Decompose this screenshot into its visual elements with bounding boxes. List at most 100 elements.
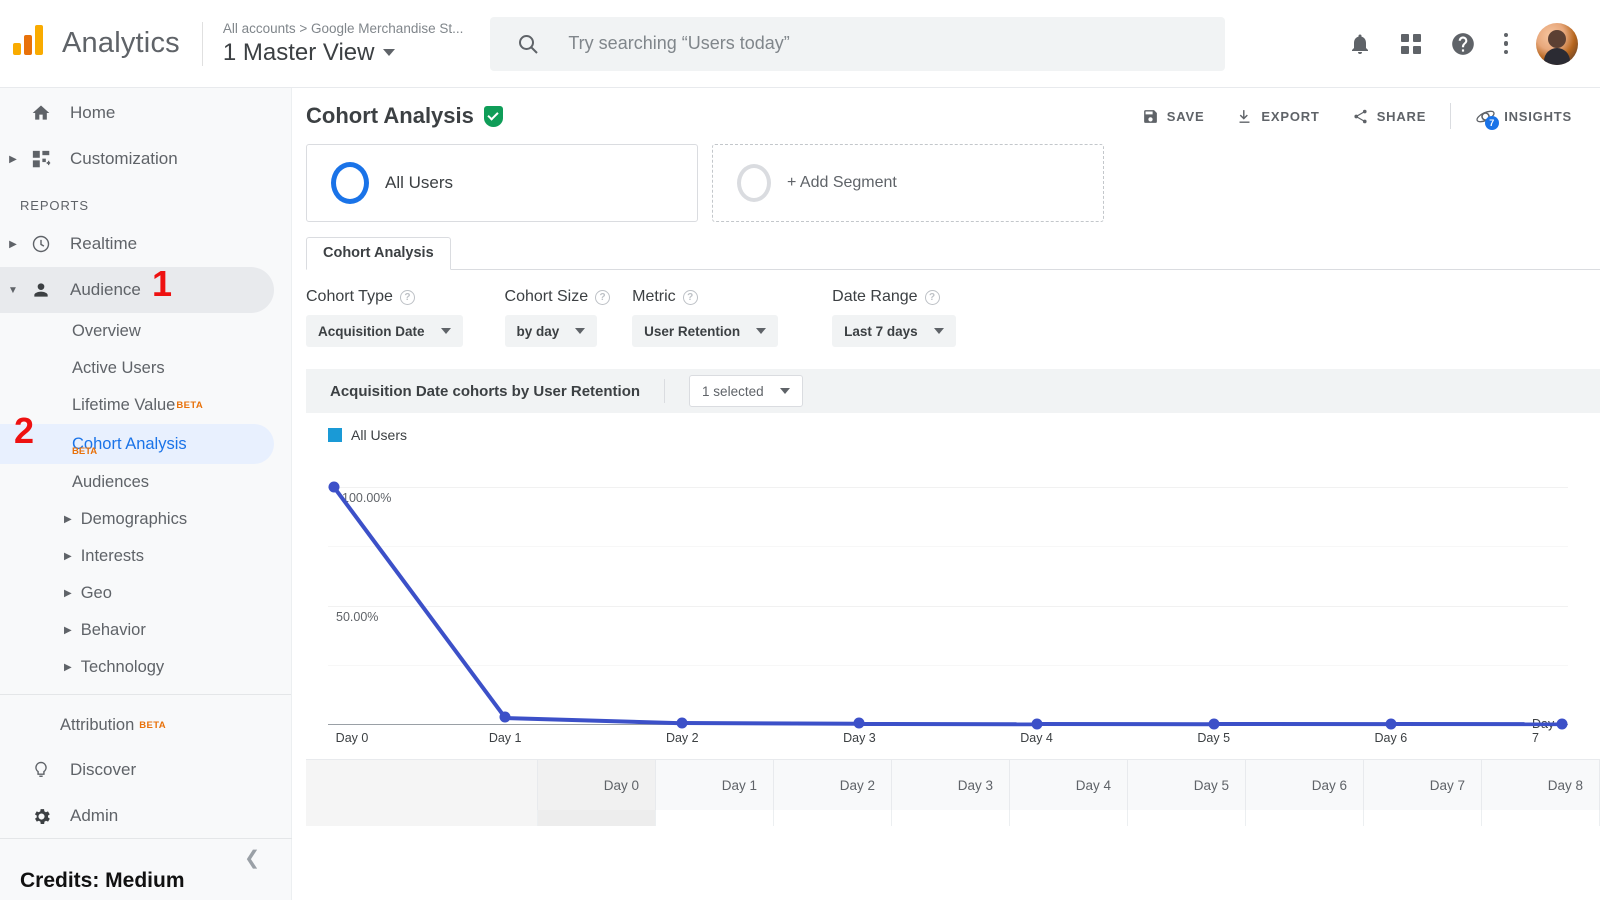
- help-icon[interactable]: ?: [683, 290, 698, 305]
- sidebar-item-behavior[interactable]: ▶ Behavior: [0, 612, 291, 649]
- cohort-selector-value: 1 selected: [702, 384, 764, 399]
- segment-all-users[interactable]: All Users: [306, 144, 698, 222]
- data-point[interactable]: [854, 718, 865, 729]
- sidebar-item-interests[interactable]: ▶ Interests: [0, 538, 291, 575]
- beta-badge: BETA: [72, 446, 97, 457]
- control-label: Cohort Type: [306, 288, 393, 306]
- page-header: Cohort Analysis SAVE EXPORT: [292, 88, 1600, 144]
- table-header-cell[interactable]: Day 2: [774, 760, 892, 810]
- expand-arrow-icon[interactable]: ▶: [64, 662, 72, 673]
- control-date-range: Date Range ? Last 7 days: [832, 288, 956, 347]
- apps-grid-icon[interactable]: [1400, 33, 1422, 55]
- help-icon[interactable]: ?: [925, 290, 940, 305]
- analytics-logo-icon: [10, 22, 54, 66]
- help-icon[interactable]: [1450, 31, 1476, 57]
- table-header-cell[interactable]: Day 8: [1482, 760, 1600, 810]
- sidebar-item-realtime[interactable]: ▶ Realtime: [0, 221, 291, 267]
- data-point[interactable]: [329, 481, 340, 492]
- cohort-size-select[interactable]: by day: [505, 315, 598, 347]
- sidebar-item-technology[interactable]: ▶ Technology: [0, 649, 291, 686]
- sidebar-item-demographics[interactable]: ▶ Demographics: [0, 501, 291, 538]
- share-button[interactable]: SHARE: [1336, 96, 1443, 136]
- expand-arrow-icon[interactable]: ▶: [64, 551, 72, 562]
- sidebar-item-audience[interactable]: ▼ Audience: [0, 267, 274, 313]
- sidebar-item-admin[interactable]: Admin: [0, 793, 291, 839]
- sidebar-item-discover[interactable]: Discover: [0, 747, 291, 793]
- brand-title: Analytics: [62, 27, 180, 60]
- expand-arrow-icon[interactable]: ▶: [64, 625, 72, 636]
- table-header-cell[interactable]: Day 5: [1128, 760, 1246, 810]
- table-cell: [1010, 810, 1128, 826]
- data-point[interactable]: [500, 712, 511, 723]
- table-header-cell[interactable]: Day 3: [892, 760, 1010, 810]
- x-axis-tick-label: Day 4: [1020, 731, 1053, 745]
- sidebar-item-label: Behavior: [81, 621, 146, 640]
- sidebar-item-label: Geo: [81, 584, 112, 603]
- expand-arrow-icon[interactable]: ▶: [64, 588, 72, 599]
- metric-select[interactable]: User Retention: [632, 315, 778, 347]
- table-header-cell[interactable]: Day 4: [1010, 760, 1128, 810]
- data-point[interactable]: [677, 717, 688, 728]
- person-icon: [24, 280, 58, 300]
- sidebar-item-label: Lifetime Value: [72, 396, 175, 415]
- control-label: Cohort Size: [505, 288, 589, 306]
- bell-icon[interactable]: [1348, 32, 1372, 56]
- table-header-cell[interactable]: Day 7: [1364, 760, 1482, 810]
- share-icon: [1352, 108, 1369, 125]
- main-content: Cohort Analysis SAVE EXPORT: [292, 88, 1600, 900]
- chevron-down-icon: [441, 328, 451, 334]
- sidebar-item-lifetime-value[interactable]: Lifetime Value BETA: [0, 387, 291, 424]
- sidebar-section-reports: REPORTS: [0, 182, 291, 221]
- sidebar-item-audiences[interactable]: Audiences: [0, 464, 291, 501]
- table-cell: [1246, 810, 1364, 826]
- chevron-left-icon[interactable]: ❮: [244, 847, 260, 870]
- share-label: SHARE: [1377, 109, 1427, 124]
- export-button[interactable]: EXPORT: [1220, 96, 1335, 136]
- insights-button[interactable]: 7 INSIGHTS: [1459, 96, 1574, 136]
- more-vert-icon[interactable]: [1504, 33, 1509, 55]
- help-icon[interactable]: ?: [400, 290, 415, 305]
- sidebar-item-customization[interactable]: ▶ Customization: [0, 136, 291, 182]
- cohort-selector[interactable]: 1 selected: [689, 375, 803, 407]
- data-point[interactable]: [1031, 718, 1042, 729]
- expand-arrow-icon[interactable]: ▶: [2, 154, 24, 165]
- sidebar-item-home[interactable]: Home: [0, 90, 291, 136]
- table-row: [306, 810, 1600, 826]
- expand-arrow-icon[interactable]: ▶: [64, 514, 72, 525]
- view-name: 1 Master View: [223, 38, 464, 68]
- breadcrumb: All accounts > Google Merchandise St...: [223, 20, 464, 38]
- account-selector[interactable]: All accounts > Google Merchandise St... …: [223, 20, 464, 68]
- sidebar-item-cohort-analysis[interactable]: Cohort Analysis BETA: [0, 424, 274, 464]
- avatar[interactable]: [1536, 23, 1578, 65]
- chart-body: All Users 100.00%50.00%Day 0Day 1Day 2Da…: [306, 413, 1600, 753]
- data-point[interactable]: [1385, 718, 1396, 729]
- chevron-down-icon[interactable]: [383, 49, 395, 56]
- expand-arrow-icon[interactable]: ▶: [2, 239, 24, 250]
- sidebar-item-attribution[interactable]: Attribution BETA: [0, 703, 291, 747]
- date-range-value: Last 7 days: [844, 324, 918, 339]
- tab-cohort-analysis[interactable]: Cohort Analysis: [306, 237, 451, 270]
- add-segment-button[interactable]: + Add Segment: [712, 144, 1104, 222]
- cohort-type-select[interactable]: Acquisition Date: [306, 315, 463, 347]
- date-range-select[interactable]: Last 7 days: [832, 315, 956, 347]
- save-button[interactable]: SAVE: [1126, 96, 1221, 136]
- line-segment: [333, 486, 507, 719]
- sidebar-item-label: Audiences: [72, 473, 149, 492]
- table-header-cell[interactable]: Day 0: [538, 760, 656, 810]
- table-cell: [1364, 810, 1482, 826]
- sidebar-item-overview[interactable]: Overview: [0, 313, 291, 350]
- table-header-blank[interactable]: [306, 760, 538, 810]
- data-point[interactable]: [1557, 719, 1568, 730]
- table-header-cell[interactable]: Day 6: [1246, 760, 1364, 810]
- sidebar-item-geo[interactable]: ▶ Geo: [0, 575, 291, 612]
- gridline: [328, 665, 1568, 666]
- sidebar-item-active-users[interactable]: Active Users: [0, 350, 291, 387]
- line-chart-plot[interactable]: 100.00%50.00%Day 0Day 1Day 2Day 3Day 4Da…: [328, 453, 1568, 743]
- table-cell: [774, 810, 892, 826]
- cohort-type-value: Acquisition Date: [318, 324, 425, 339]
- search-input[interactable]: Try searching “Users today”: [490, 17, 1225, 71]
- collapse-arrow-icon[interactable]: ▼: [2, 285, 24, 296]
- help-icon[interactable]: ?: [595, 290, 610, 305]
- table-header-cell[interactable]: Day 1: [656, 760, 774, 810]
- data-point[interactable]: [1208, 718, 1219, 729]
